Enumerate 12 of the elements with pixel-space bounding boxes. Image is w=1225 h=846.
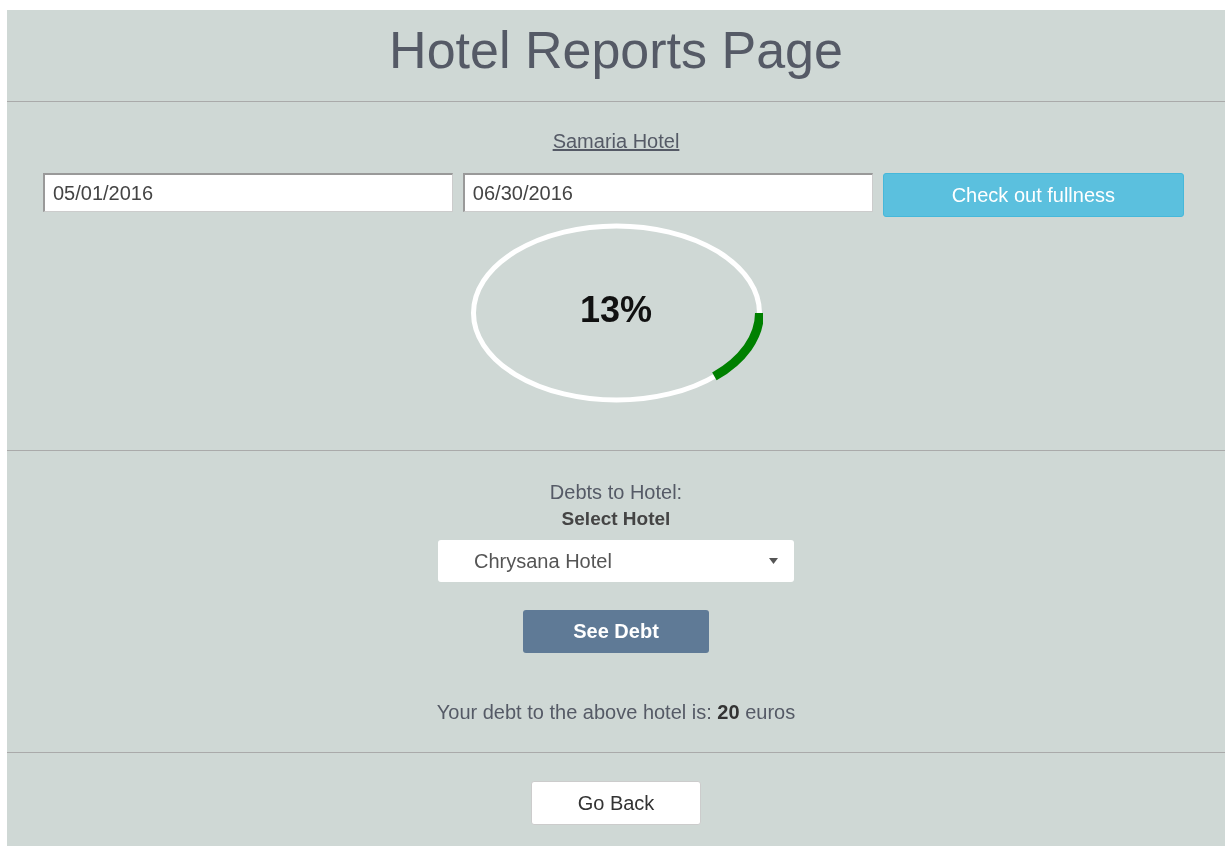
debt-message: Your debt to the above hotel is: 20 euros [436,701,796,724]
gauge-reading: 13% [579,288,653,331]
go-back-button[interactable]: Go Back [531,781,701,825]
page-title: Hotel Reports Page [389,19,843,80]
date-field[interactable]: 06/30/2016 [462,173,873,212]
caret-icon [769,558,778,564]
hotel-select[interactable]: Chrysana Hotel [438,540,794,582]
date-field[interactable]: 05/01/2016 [43,173,453,212]
hotel-link[interactable]: Samaria Hotel [552,130,680,153]
debts-label: Debts to Hotel: [549,481,683,504]
see-debt-button[interactable]: See Debt [523,610,709,653]
select-label: Select Hotel [561,508,671,530]
